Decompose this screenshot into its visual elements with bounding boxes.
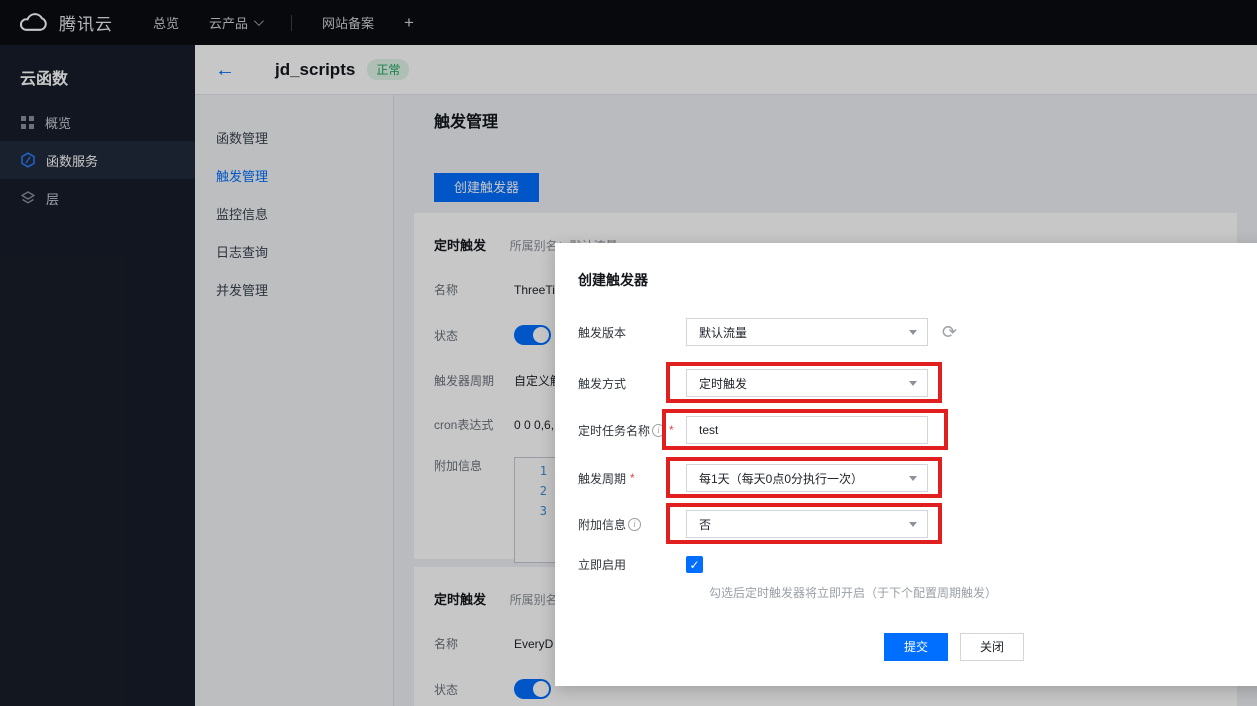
enable-now-checkbox[interactable]: ✓ [686, 556, 703, 573]
highlight-box: 定时触发 [686, 369, 928, 397]
refresh-icon[interactable]: ⟳ [942, 322, 957, 343]
field-label: 触发方式 [578, 375, 686, 392]
trigger-period-select[interactable]: 每1天（每天0点0分执行一次） [686, 464, 928, 492]
field-label: 触发周期 [578, 470, 626, 487]
caret-down-icon [909, 522, 917, 527]
highlight-box: 否 [686, 510, 928, 538]
field-label: 立即启用 [578, 556, 686, 573]
dialog-title: 创建触发器 [578, 270, 648, 290]
highlight-box [686, 416, 928, 444]
highlight-box: 每1天（每天0点0分执行一次） [686, 464, 928, 492]
info-icon[interactable]: i [628, 518, 641, 531]
required-asterisk: * [669, 423, 674, 437]
field-label: 附加信息 [578, 516, 626, 533]
create-trigger-dialog: 创建触发器 触发版本 默认流量 ⟳ 触发方式 定时触发 定时任务名称 i * [555, 243, 1257, 686]
caret-down-icon [909, 381, 917, 386]
trigger-type-select[interactable]: 定时触发 [686, 369, 928, 397]
field-label: 定时任务名称 [578, 422, 650, 439]
check-icon: ✓ [689, 558, 699, 572]
field-label: 触发版本 [578, 324, 686, 341]
submit-button[interactable]: 提交 [884, 633, 948, 661]
required-asterisk: * [630, 471, 635, 485]
task-name-input[interactable] [686, 416, 928, 444]
caret-down-icon [909, 330, 917, 335]
info-icon[interactable]: i [652, 424, 665, 437]
extra-info-select[interactable]: 否 [686, 510, 928, 538]
version-select[interactable]: 默认流量 [686, 318, 928, 346]
caret-down-icon [909, 476, 917, 481]
enable-hint-text: 勾选后定时触发器将立即开启（于下个配置周期触发） [709, 584, 997, 601]
close-button[interactable]: 关闭 [960, 633, 1024, 661]
